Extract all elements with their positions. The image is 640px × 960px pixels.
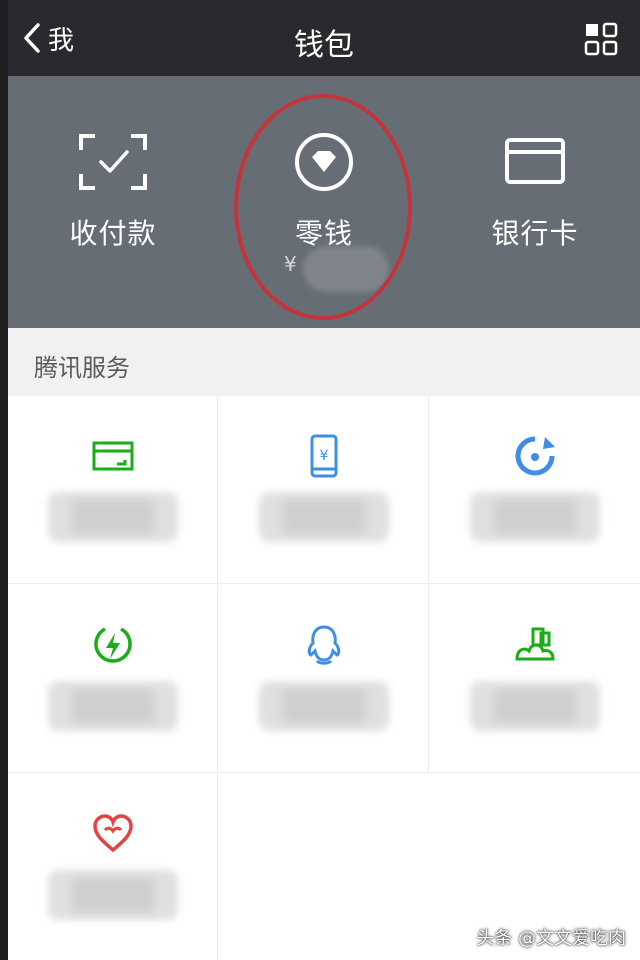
bank-card-label: 银行卡: [491, 217, 579, 250]
blurred-label: [47, 492, 178, 542]
utility-lightning-icon: [93, 627, 132, 663]
scan-qr-icon: [79, 134, 147, 190]
wallet-screen: 我 钱包 收付款 零钱 ¥ 银行卡 腾讯服务 ¥ 头条 @文文爱吃肉: [8, 0, 640, 960]
service-financial[interactable]: [430, 396, 640, 584]
blurred-label: [47, 870, 178, 920]
pay-receive-label: 收付款: [69, 217, 157, 250]
section-title: 腾讯服务: [34, 354, 130, 382]
financial-spin-icon: [515, 436, 555, 476]
phone-topup-icon: ¥: [310, 434, 337, 478]
wallet-actions-panel: 收付款 零钱 ¥ 银行卡: [8, 76, 640, 328]
blurred-balance: [303, 246, 389, 292]
bank-card-button[interactable]: 银行卡: [430, 76, 640, 328]
watermark: 头条 @文文爱吃肉: [476, 928, 626, 949]
blurred-label: [258, 492, 389, 542]
service-qq-topup[interactable]: [219, 585, 429, 773]
navigation-bar: 我 钱包: [8, 0, 640, 76]
svg-text:¥: ¥: [319, 448, 328, 464]
city-service-icon: [515, 627, 555, 661]
service-grid: ¥: [8, 396, 640, 960]
qq-penguin-icon: [307, 625, 340, 665]
grid-menu-icon[interactable]: [584, 22, 618, 56]
charity-heart-icon: [92, 814, 133, 853]
service-utility-payment[interactable]: [8, 585, 218, 773]
blurred-label: [47, 681, 178, 731]
service-credit-card-repay[interactable]: [8, 396, 218, 584]
section-header: 腾讯服务: [8, 328, 640, 396]
credit-card-repay-icon: [92, 441, 133, 471]
diamond-coin-icon: [295, 133, 353, 191]
change-balance-button[interactable]: 零钱 ¥: [219, 76, 429, 328]
service-city[interactable]: [430, 585, 640, 773]
page-title: 钱包: [294, 28, 354, 63]
service-phone-topup[interactable]: ¥: [219, 396, 429, 584]
bank-card-icon: [505, 138, 565, 184]
service-charity[interactable]: [8, 774, 218, 960]
blurred-label: [470, 492, 600, 542]
blurred-label: [258, 681, 389, 731]
pay-receive-button[interactable]: 收付款: [8, 76, 218, 328]
blurred-label: [470, 681, 600, 731]
balance-prefix: ¥: [284, 252, 297, 276]
